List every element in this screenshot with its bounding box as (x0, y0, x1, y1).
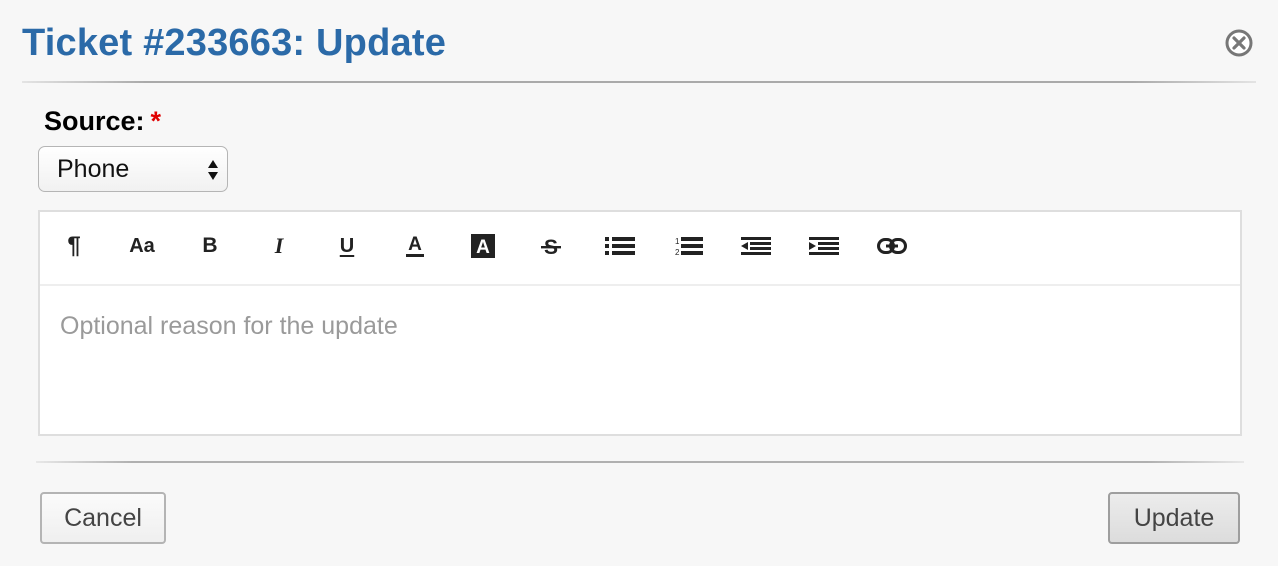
rich-text-editor: ¶ Aa B I U A A S 1 2 Optional reason for… (38, 210, 1242, 436)
source-select[interactable]: Phone (38, 146, 228, 192)
ordered-list-icon[interactable]: 1 2 (668, 229, 708, 263)
select-arrows-icon (208, 160, 218, 180)
source-label-text: Source: (44, 106, 145, 136)
unordered-list-icon[interactable] (600, 229, 640, 263)
svg-text:A: A (408, 234, 422, 255)
background-color-icon[interactable]: A (463, 229, 503, 263)
editor-placeholder: Optional reason for the update (60, 312, 398, 340)
outdent-icon[interactable] (736, 229, 776, 263)
underline-icon[interactable]: U (327, 229, 367, 263)
source-label: Source: * (44, 106, 161, 137)
editor-toolbar: ¶ Aa B I U A A S 1 2 (40, 212, 1240, 286)
update-reason-input[interactable] (40, 286, 1240, 434)
bold-icon[interactable]: B (190, 229, 230, 263)
font-size-icon[interactable]: Aa (122, 229, 162, 263)
font-color-icon[interactable]: A (395, 229, 435, 263)
close-icon[interactable] (1225, 29, 1253, 57)
cancel-button[interactable]: Cancel (40, 492, 166, 544)
required-marker: * (150, 106, 162, 136)
update-button[interactable]: Update (1108, 492, 1240, 544)
link-icon[interactable] (872, 229, 912, 263)
italic-icon[interactable]: I (259, 229, 299, 263)
svg-text:A: A (476, 237, 490, 258)
strikethrough-icon[interactable]: S (531, 229, 571, 263)
dialog-title: Ticket #233663: Update (22, 22, 447, 64)
header-divider (22, 81, 1256, 83)
svg-text:1: 1 (675, 237, 680, 246)
indent-icon[interactable] (804, 229, 844, 263)
footer-divider (36, 461, 1244, 463)
paragraph-icon[interactable]: ¶ (54, 229, 94, 263)
source-select-value: Phone (57, 155, 130, 183)
svg-text:2: 2 (675, 248, 680, 256)
